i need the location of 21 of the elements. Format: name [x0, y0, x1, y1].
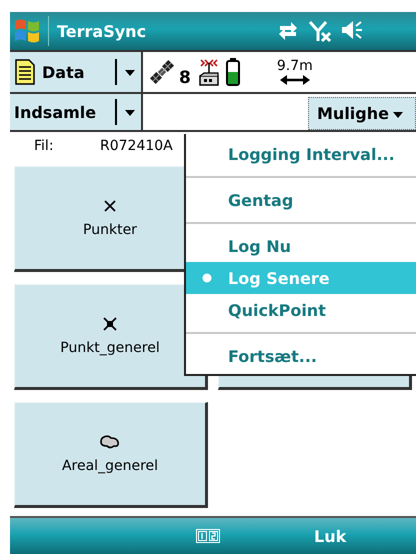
window-title: TerraSync — [57, 22, 146, 40]
file-name: R072410A — [100, 138, 173, 154]
mode-dropdown[interactable]: Indsamle — [10, 94, 143, 130]
double-arrow-icon — [278, 74, 311, 86]
satellite-count: 8 — [179, 68, 191, 88]
accuracy-value: 9.7m — [276, 58, 313, 74]
feature-button[interactable]: Areal_generel — [14, 402, 208, 508]
cross-square-icon — [102, 316, 118, 332]
blob-icon — [99, 434, 121, 450]
satellite-icon[interactable] — [147, 58, 177, 86]
battery-icon[interactable] — [224, 57, 241, 87]
section-dropdown[interactable]: Data — [10, 52, 143, 92]
close-softkey[interactable]: Luk — [314, 526, 346, 546]
cross-icon — [102, 198, 118, 214]
signal-off-icon[interactable] — [308, 19, 332, 43]
options-button[interactable]: Mulighe — [308, 97, 416, 130]
file-label: Fil: — [33, 138, 55, 154]
document-icon — [14, 59, 36, 85]
speaker-icon[interactable] — [340, 19, 364, 41]
bullet-icon — [202, 273, 212, 283]
keyboard-icon[interactable] — [196, 529, 220, 543]
